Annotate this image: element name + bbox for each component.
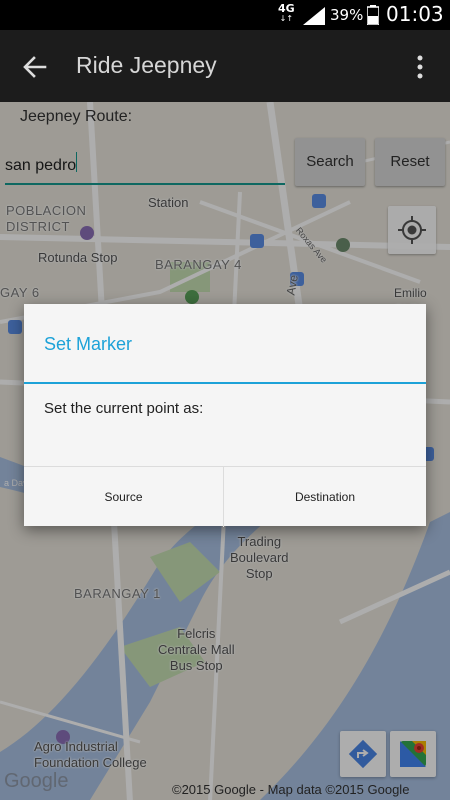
destination-button[interactable]: Destination [224,467,426,527]
signal-icon [303,7,325,25]
set-marker-dialog: Set Marker Set the current point as: Sou… [24,304,426,527]
network-activity: ↓↑ [279,14,294,23]
battery-percent: 39% [330,6,364,24]
app-bar: Ride Jeepney [0,30,450,102]
clock: 01:03 [386,2,444,26]
dialog-message: Set the current point as: [44,400,204,417]
dialog-title: Set Marker [44,334,133,354]
status-bar: 4G ↓↑ 39% 01:03 [0,0,450,30]
dialog-actions: Source Destination [24,466,426,527]
source-button[interactable]: Source [24,467,224,527]
app-title: Ride Jeepney [76,52,217,78]
dialog-title-divider [24,382,426,384]
network-indicator: 4G ↓↑ [278,3,295,23]
arrow-back-icon[interactable] [20,52,50,82]
battery-icon [367,5,379,25]
overflow-menu-icon[interactable] [408,52,432,82]
